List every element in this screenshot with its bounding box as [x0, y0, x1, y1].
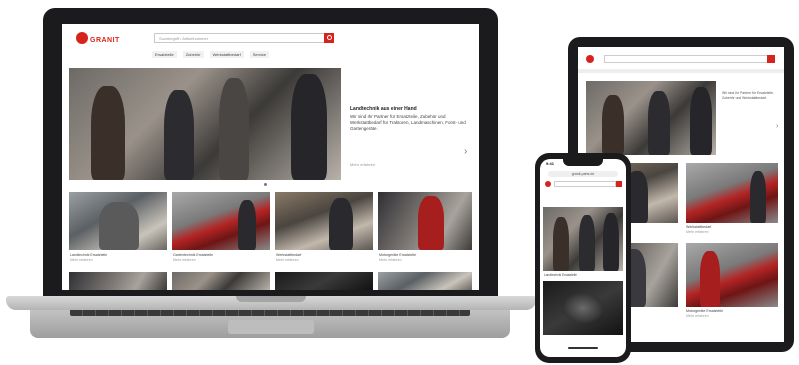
- card-image[interactable]: [172, 192, 270, 250]
- brand-logo-icon[interactable]: [586, 55, 594, 63]
- search-button[interactable]: [616, 181, 622, 187]
- card-image[interactable]: [69, 272, 167, 290]
- search-button[interactable]: [324, 33, 334, 43]
- card-image[interactable]: [378, 272, 472, 290]
- card-image[interactable]: [543, 281, 623, 335]
- status-time: 9:41: [546, 161, 555, 166]
- phone-screen: 9:41 granit-parts.de Landtechnik Ersatzt…: [540, 159, 626, 357]
- card-caption[interactable]: Werkstattbedarf Mehr erfahren: [276, 253, 301, 263]
- card-image[interactable]: [378, 192, 472, 250]
- card-title: Werkstattbedarf: [686, 225, 712, 229]
- nav-item-werkstattbedarf[interactable]: Werkstattbedarf: [209, 51, 244, 58]
- laptop-trackpad: [228, 320, 314, 334]
- hero-image: [543, 207, 623, 271]
- card-title: Gartentechnik Ersatzteile: [173, 253, 214, 257]
- card-link[interactable]: Mehr erfahren: [686, 230, 711, 235]
- card-link[interactable]: Mehr erfahren: [70, 258, 107, 263]
- main-nav: Ersatzteile Zubehör Werkstattbedarf Serv…: [152, 51, 270, 58]
- card-image[interactable]: [69, 192, 167, 250]
- card-link[interactable]: Mehr erfahren: [686, 314, 723, 319]
- nav-item-ersatzteile[interactable]: Ersatzteile: [152, 51, 177, 58]
- menu-bar: [578, 69, 784, 73]
- card-caption[interactable]: Gartentechnik Ersatzteile Mehr erfahren: [173, 253, 213, 263]
- hero-title: Landtechnik aus einer Hand: [350, 106, 417, 112]
- laptop-screen: GRANIT Suchbegriff / Artikelnummer Ersat…: [62, 24, 479, 290]
- search-input[interactable]: [554, 181, 616, 187]
- hero-image: [69, 68, 341, 180]
- card-link[interactable]: Mehr erfahren: [173, 258, 213, 263]
- chevron-right-icon[interactable]: ›: [464, 146, 467, 157]
- card-caption[interactable]: Motorgeräte Ersatzteile Mehr erfahren: [686, 309, 723, 319]
- card-image[interactable]: [275, 192, 373, 250]
- url-bar[interactable]: granit-parts.de: [548, 171, 618, 177]
- carousel-dot[interactable]: [264, 183, 267, 186]
- nav-item-zubehoer[interactable]: Zubehör: [182, 51, 204, 58]
- card-title: Landtechnik Ersatzteile: [70, 253, 108, 257]
- hero-text: Landtechnik aus einer Hand Wir sind Ihr …: [350, 106, 472, 132]
- brand-logo-icon[interactable]: [545, 181, 551, 187]
- search-input[interactable]: Suchbegriff / Artikelnummer: [154, 33, 334, 43]
- hero-text: Wir sind Ihr Partner für Ersatzteile, Zu…: [722, 91, 774, 100]
- laptop-header: GRANIT Suchbegriff / Artikelnummer Ersat…: [62, 24, 479, 62]
- card-caption[interactable]: Landtechnik Ersatzteile: [544, 273, 577, 277]
- card-title: Werkstattbedarf: [276, 253, 302, 257]
- nav-item-service[interactable]: Service: [249, 51, 270, 58]
- search-button[interactable]: [767, 55, 775, 63]
- brand-logo-icon[interactable]: [76, 32, 88, 44]
- hero-link[interactable]: Mehr erfahren: [350, 162, 375, 167]
- card-caption[interactable]: Landtechnik Ersatzteile Mehr erfahren: [70, 253, 107, 263]
- brand-logo-text: GRANIT: [90, 37, 120, 44]
- phone-notch: [563, 159, 603, 166]
- card-image[interactable]: [275, 272, 373, 290]
- home-indicator: [568, 347, 598, 349]
- card-title: Motorgeräte Ersatzteile: [379, 253, 417, 257]
- card-image[interactable]: [686, 163, 778, 223]
- laptop-hinge-notch: [236, 296, 306, 302]
- card-image[interactable]: [686, 243, 778, 307]
- card-link[interactable]: Mehr erfahren: [276, 258, 301, 263]
- hero-image: [586, 81, 716, 155]
- card-title: Motorgeräte Ersatzteile: [686, 309, 724, 313]
- card-caption[interactable]: Motorgeräte Ersatzteile Mehr erfahren: [379, 253, 416, 263]
- chevron-right-icon[interactable]: ›: [776, 123, 778, 130]
- card-caption[interactable]: Werkstattbedarf Mehr erfahren: [686, 225, 711, 235]
- card-image[interactable]: [172, 272, 270, 290]
- search-input[interactable]: [604, 55, 768, 63]
- card-link[interactable]: Mehr erfahren: [379, 258, 416, 263]
- hero-description: Wir sind Ihr Partner für Ersatzteile, Zu…: [350, 114, 466, 131]
